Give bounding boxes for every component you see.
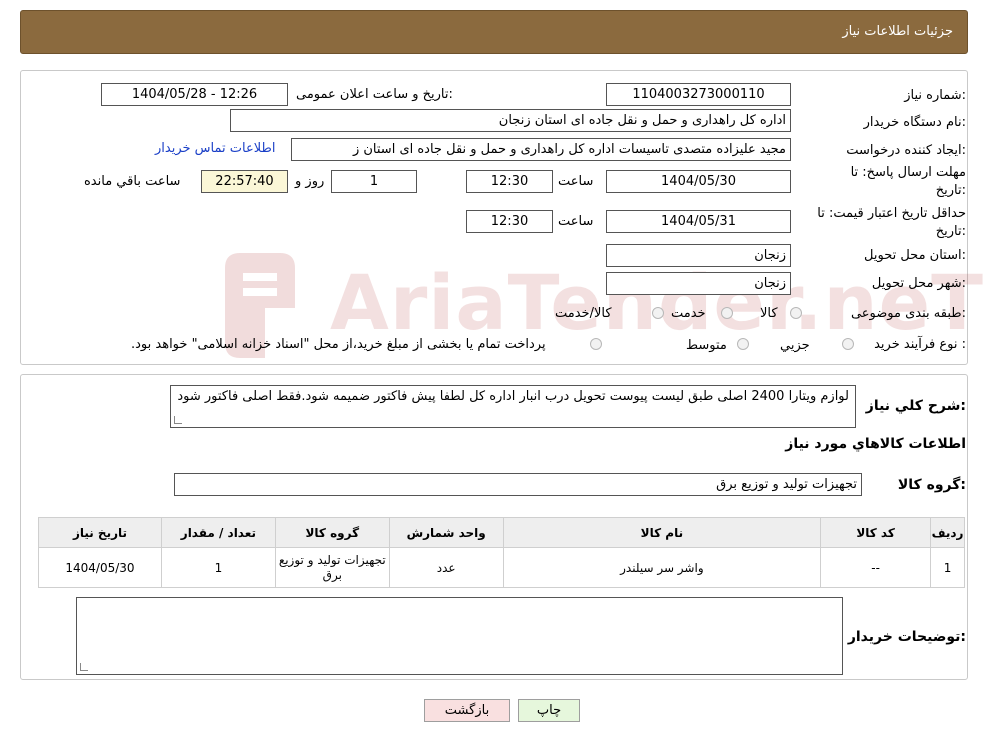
purchase-medium-radio[interactable] — [737, 338, 749, 350]
page-title: جزئیات اطلاعات نیاز — [842, 24, 953, 39]
general-desc-text: لوازم ویتارا 2400 اصلی طبق لیست پیوست تح… — [177, 389, 849, 404]
need-number-field: 1104003273000110 — [606, 83, 791, 106]
goods-info-title: اطلاعات کالاهاي مورد نياز — [785, 436, 966, 452]
purchase-minor-radio[interactable] — [842, 338, 854, 350]
treasury-payment-note: پرداخت تمام یا بخشی از مبلغ خرید،از محل … — [131, 337, 546, 352]
announce-date-label: تاریخ و ساعت اعلان عمومی: — [296, 87, 453, 102]
need-number-label: شماره نیاز: — [904, 88, 966, 103]
deadline-date-field: 1404/05/30 — [606, 170, 791, 193]
col-header-unit: واحد شمارش — [388, 517, 504, 548]
resize-handle-icon[interactable] — [80, 663, 88, 671]
goods-group-field: تجهیزات تولید و توزیع برق — [174, 473, 862, 496]
category-goods-service-label: کالا/خدمت — [555, 306, 612, 321]
col-header-code: کد کالا — [820, 517, 932, 548]
treasury-payment-radio[interactable] — [590, 338, 602, 350]
buyer-notes-field[interactable] — [76, 597, 843, 675]
goods-table: رديف کد کالا نام کالا واحد شمارش گروه کا… — [38, 517, 965, 588]
validity-time-label: ساعت — [558, 214, 594, 229]
cell-name: واشر سر سیلندر — [502, 547, 822, 588]
province-field: زنجان — [606, 244, 791, 267]
table-header-row: رديف کد کالا نام کالا واحد شمارش گروه کا… — [38, 517, 965, 548]
goods-group-label: گروه کالا: — [897, 477, 966, 493]
remaining-time-field: 22:57:40 — [201, 170, 288, 193]
cell-index: 1 — [930, 547, 965, 588]
days-label: روز و — [295, 174, 325, 189]
cell-code: -- — [820, 547, 932, 588]
validity-time-field: 12:30 — [466, 210, 553, 233]
buyer-org-label: نام دستگاه خریدار: — [863, 115, 966, 130]
city-field: زنجان — [606, 272, 791, 295]
purchase-minor-label: جزیي — [780, 338, 810, 353]
creator-field: مجید علیزاده متصدی تاسیسات اداره کل راهد… — [291, 138, 791, 161]
cell-date: 1404/05/30 — [38, 547, 162, 588]
deadline-time-label: ساعت — [558, 174, 594, 189]
col-header-date: تاریخ نیاز — [38, 517, 162, 548]
validity-date-field: 1404/05/31 — [606, 210, 791, 233]
remaining-time-label: ساعت باقي مانده — [84, 174, 181, 189]
print-button[interactable]: چاپ — [518, 699, 580, 722]
category-service-label: خدمت — [671, 306, 706, 321]
price-validity-label-2: تاریخ: — [935, 224, 966, 239]
cell-unit: عدد — [388, 547, 504, 588]
general-desc-label: شرح کلي نياز: — [865, 398, 966, 414]
category-goods-label: کالا — [760, 306, 778, 321]
category-goods-radio[interactable] — [790, 307, 802, 319]
deadline-label-2: تاریخ: — [935, 183, 966, 198]
resize-handle-icon[interactable] — [174, 416, 182, 424]
deadline-time-field: 12:30 — [466, 170, 553, 193]
category-service-radio[interactable] — [721, 307, 733, 319]
days-remaining-field: 1 — [331, 170, 417, 193]
buyer-org-field: اداره کل راهداری و حمل و نقل جاده ای است… — [230, 109, 791, 132]
buyer-notes-label: توضیحات خریدار: — [847, 629, 966, 645]
buyer-contact-link[interactable]: اطلاعات تماس خریدار — [155, 141, 275, 156]
category-goods-service-radio[interactable] — [652, 307, 664, 319]
province-label: استان محل تحویل: — [864, 248, 966, 263]
table-row: 1 -- واشر سر سیلندر عدد تجهیزات تولید و … — [38, 547, 965, 588]
general-desc-field: لوازم ویتارا 2400 اصلی طبق لیست پیوست تح… — [170, 385, 856, 428]
cell-group: تجهیزات تولید و توزیع برق — [274, 547, 390, 588]
deadline-label: مهلت ارسال پاسخ: تا — [850, 165, 966, 180]
back-button[interactable]: بازگشت — [424, 699, 510, 722]
price-validity-label: حداقل تاریخ اعتبار قیمت: تا — [817, 206, 966, 221]
col-header-qty: تعداد / مقدار — [160, 517, 276, 548]
purchase-medium-label: متوسط — [686, 338, 727, 353]
purchase-type-label: نوع فرآیند خرید : — [874, 337, 966, 352]
cell-qty: 1 — [160, 547, 276, 588]
city-label: شهر محل تحویل: — [871, 276, 966, 291]
category-label: طبقه بندی موضوعی: — [850, 306, 966, 321]
col-header-name: نام کالا — [502, 517, 822, 548]
creator-label: ایجاد کننده درخواست: — [846, 143, 966, 158]
page-header: جزئیات اطلاعات نیاز — [20, 10, 968, 54]
announce-date-field: 1404/05/28 - 12:26 — [101, 83, 288, 106]
col-header-index: رديف — [930, 517, 965, 548]
col-header-group: گروه کالا — [274, 517, 390, 548]
